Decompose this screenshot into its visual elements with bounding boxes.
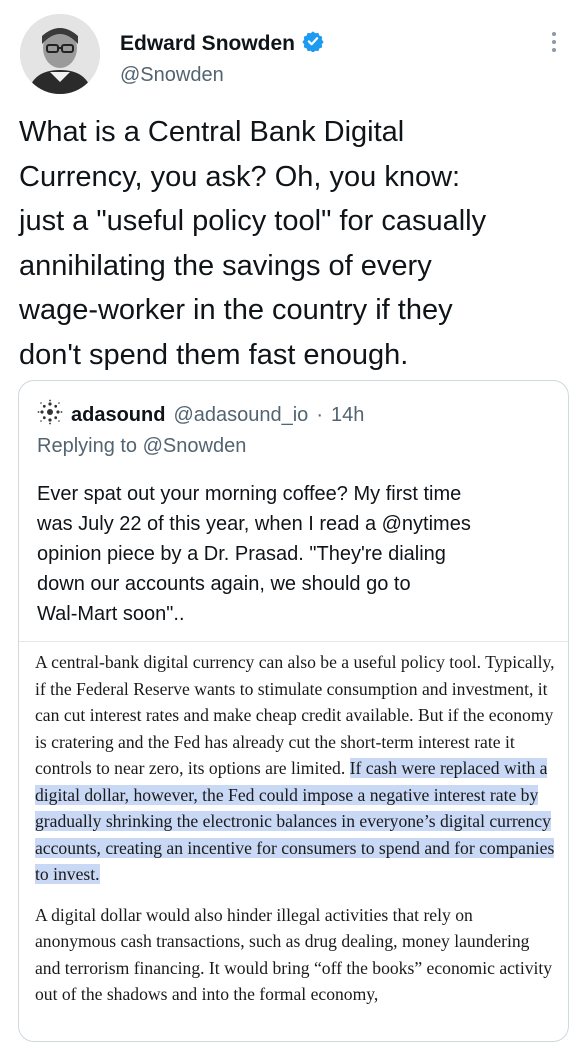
tweet-header: Edward Snowden @Snowden (0, 0, 586, 110)
author-name[interactable]: Edward Snowden (120, 32, 295, 56)
article-paragraph-1: A central-bank digital currency can also… (35, 649, 555, 888)
quoted-author-avatar-icon[interactable] (37, 399, 63, 431)
article-paragraph-2: A digital dollar would also hinder illeg… (35, 904, 553, 1005)
verified-badge-icon (302, 30, 324, 57)
quoted-author-handle[interactable]: @adasound_io (173, 404, 308, 427)
quoted-tweet-text: Ever spat out your morning coffee? My fi… (37, 483, 471, 625)
replying-to: Replying to @Snowden (37, 435, 246, 458)
quoted-author-name[interactable]: adasound (71, 404, 165, 427)
more-options-icon[interactable] (546, 30, 562, 56)
replying-to-mention[interactable]: @Snowden (143, 435, 247, 457)
author-handle[interactable]: @Snowden (120, 64, 224, 87)
divider (19, 641, 568, 642)
quoted-timestamp[interactable]: 14h (331, 404, 364, 427)
tweet-text: What is a Central Bank Digital Currency,… (19, 116, 487, 371)
quoted-tweet-header: adasound @adasound_io · 14h (37, 399, 364, 431)
quoted-tweet[interactable]: adasound @adasound_io · 14h Replying to … (18, 380, 569, 1042)
author-name-row: Edward Snowden (120, 30, 324, 57)
replying-to-prefix: Replying to (37, 435, 143, 457)
article-screenshot[interactable]: A central-bank digital currency can also… (35, 649, 555, 1022)
separator-dot: · (316, 403, 323, 426)
author-avatar[interactable] (20, 14, 100, 94)
